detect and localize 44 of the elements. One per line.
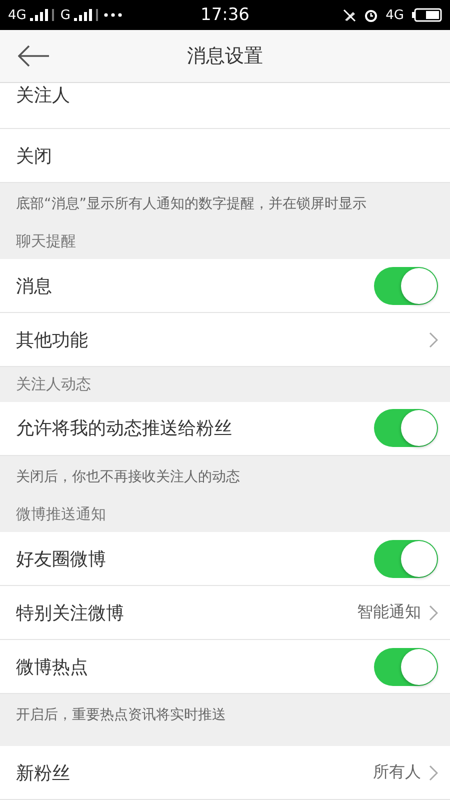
row-label: 关闭 xyxy=(16,144,53,168)
section-header: 关注人动态 xyxy=(16,374,91,394)
row-value: 所有人 xyxy=(373,762,421,784)
row-label: 其他功能 xyxy=(16,328,89,352)
network-label: 4G xyxy=(386,8,404,22)
row-label: 新粉丝 xyxy=(16,762,71,785)
chevron-right-icon xyxy=(429,332,438,348)
toggle-switch[interactable] xyxy=(374,540,438,578)
row-label: 关注人 xyxy=(16,84,71,107)
settings-row[interactable]: 消息 xyxy=(0,259,450,314)
row-value: 智能通知 xyxy=(357,602,421,624)
chevron-right-icon xyxy=(429,764,438,781)
section-note: 关闭后，你也不再接收关注人的动态 xyxy=(15,468,241,487)
battery-icon xyxy=(412,8,442,22)
chevron-right-icon xyxy=(429,604,438,621)
toggle-switch[interactable] xyxy=(374,409,438,448)
more-dots-icon xyxy=(104,13,122,17)
section-note: 底部“消息”显示所有人通知的数字提醒，并在锁屏时显示 xyxy=(15,195,368,214)
settings-row[interactable]: 好友圈微博 xyxy=(0,532,450,586)
settings-row[interactable]: 特别关注微博 智能通知 xyxy=(0,586,450,640)
network-label: G xyxy=(60,8,70,22)
settings-row[interactable]: 新粉丝 所有人 xyxy=(0,746,450,800)
settings-row[interactable]: 关注人 xyxy=(0,83,450,129)
row-label: 特别关注微博 xyxy=(16,602,125,625)
signal-icon xyxy=(74,9,100,21)
mute-icon xyxy=(342,8,356,22)
row-label: 消息 xyxy=(16,274,53,298)
settings-row[interactable]: 微博热点 xyxy=(0,640,450,694)
toggle-switch[interactable] xyxy=(374,266,438,305)
settings-row[interactable]: 关闭 xyxy=(0,129,450,183)
settings-row[interactable]: 其他功能 xyxy=(0,313,450,368)
page-title: 消息设置 xyxy=(187,44,263,69)
row-label: 微博热点 xyxy=(16,656,89,679)
network-label: 4G xyxy=(8,8,26,22)
row-label: 好友圈微博 xyxy=(16,548,107,571)
section-note: 开启后，重要热点资讯将实时推送 xyxy=(15,706,227,726)
section-header: 聊天提醒 xyxy=(16,232,76,252)
row-label: 允许将我的动态推送给粉丝 xyxy=(16,417,233,440)
section-header: 微博推送通知 xyxy=(16,505,106,524)
status-time: 17:36 xyxy=(200,5,250,25)
alarm-icon xyxy=(364,8,378,22)
settings-row[interactable]: 允许将我的动态推送给粉丝 xyxy=(0,402,450,456)
toggle-switch[interactable] xyxy=(374,648,438,686)
signal-icon xyxy=(30,9,56,21)
